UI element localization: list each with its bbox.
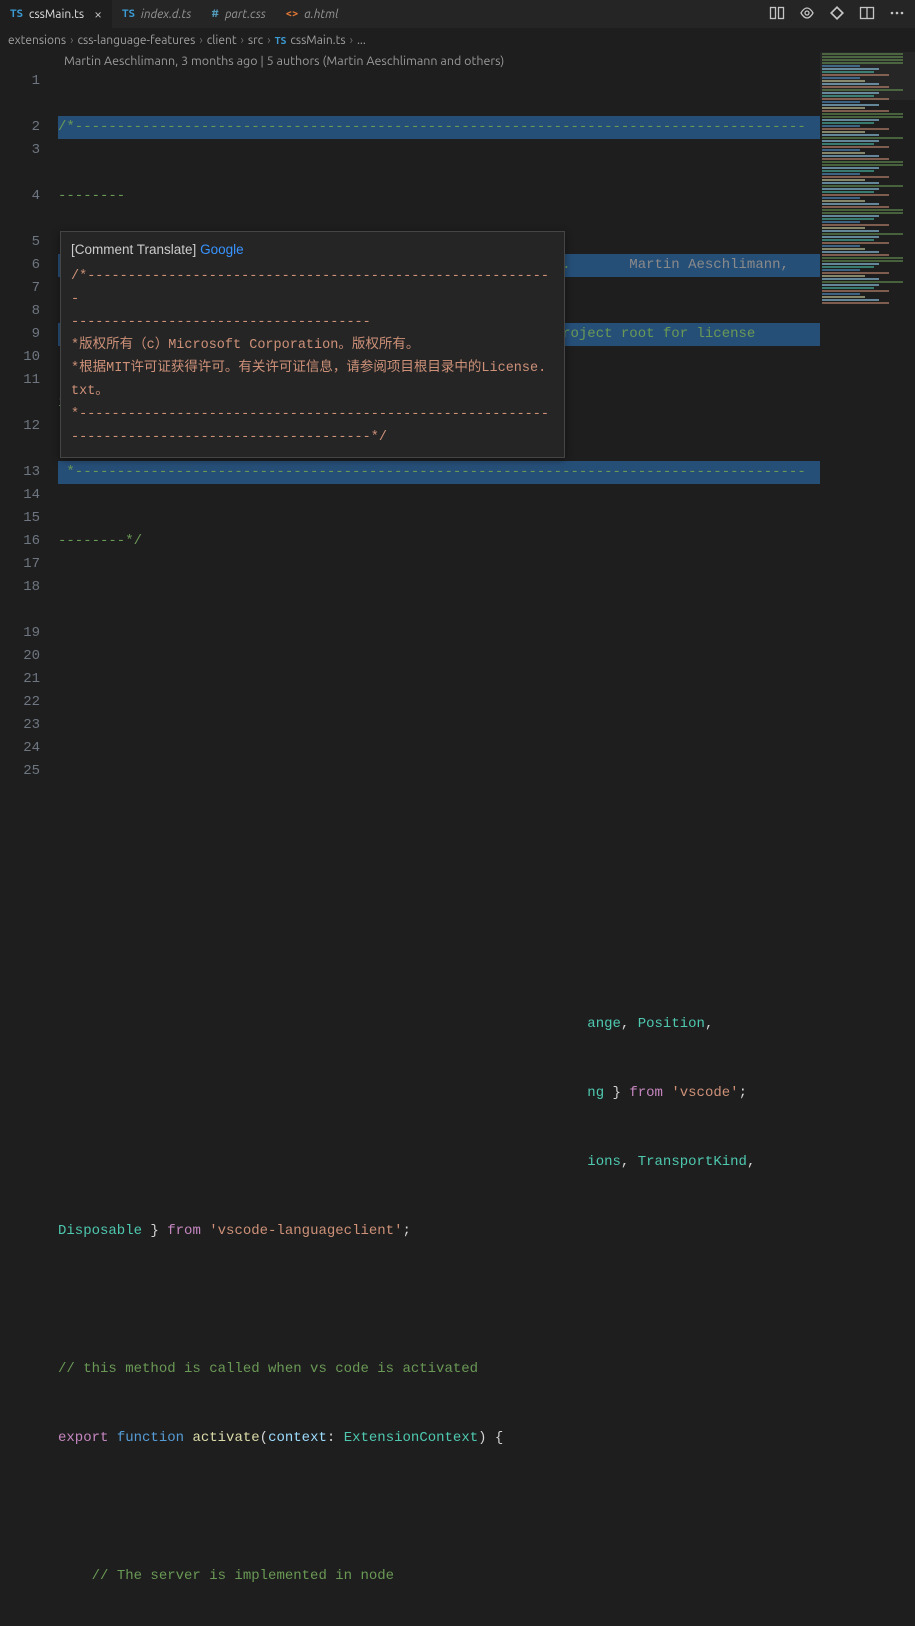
tabs-bar: TS cssMain.ts × TS index.d.ts # part.css… bbox=[0, 0, 915, 28]
hover-widget: [Comment Translate] Google /*-----------… bbox=[60, 231, 565, 458]
hover-prefix: [Comment Translate] bbox=[71, 242, 200, 257]
line-number-gutter: 1 2 3 4 5 6 7 8 9 10 11 12 13 14 15 16 1… bbox=[0, 70, 58, 1626]
breadcrumb-item[interactable]: css-language-features bbox=[77, 34, 195, 47]
breadcrumb-item[interactable]: extensions bbox=[8, 34, 66, 47]
tab-label: part.css bbox=[225, 8, 266, 21]
minimap[interactable] bbox=[820, 52, 915, 812]
typescript-icon: TS bbox=[10, 8, 23, 20]
git-icon[interactable] bbox=[829, 5, 845, 24]
translate-provider-link[interactable]: Google bbox=[200, 242, 244, 257]
tab-index-dts[interactable]: TS index.d.ts bbox=[112, 0, 201, 28]
git-blame-annotation: Martin Aeschlimann, bbox=[629, 257, 789, 273]
compare-icon[interactable] bbox=[769, 5, 785, 24]
chevron-right-icon: › bbox=[350, 34, 353, 47]
preview-icon[interactable] bbox=[799, 5, 815, 24]
breadcrumb-item[interactable]: src bbox=[248, 34, 263, 47]
hover-body: /*--------------------------------------… bbox=[71, 265, 554, 449]
close-icon[interactable]: × bbox=[94, 6, 102, 22]
tab-label: a.html bbox=[304, 8, 338, 21]
breadcrumb-item[interactable]: TS cssMain.ts bbox=[275, 34, 346, 47]
typescript-icon: TS bbox=[275, 35, 287, 46]
typescript-icon: TS bbox=[122, 8, 135, 20]
css-icon: # bbox=[211, 8, 219, 20]
tab-label: index.d.ts bbox=[141, 8, 191, 21]
chevron-right-icon: › bbox=[267, 34, 270, 47]
chevron-right-icon: › bbox=[199, 34, 202, 47]
chevron-right-icon: › bbox=[70, 34, 73, 47]
tab-label: cssMain.ts bbox=[29, 8, 84, 21]
hover-header: [Comment Translate] Google bbox=[71, 238, 554, 261]
html-icon: <> bbox=[286, 8, 298, 20]
tab-cssmain[interactable]: TS cssMain.ts × bbox=[0, 0, 112, 28]
editor-title-actions bbox=[769, 5, 915, 24]
split-editor-icon[interactable] bbox=[859, 5, 875, 24]
more-icon[interactable] bbox=[889, 5, 905, 24]
tab-a-html[interactable]: <> a.html bbox=[276, 0, 349, 28]
chevron-right-icon: › bbox=[241, 34, 244, 47]
tab-part-css[interactable]: # part.css bbox=[201, 0, 275, 28]
breadcrumb-item[interactable]: ... bbox=[357, 34, 366, 47]
code-editor[interactable]: 1 2 3 4 5 6 7 8 9 10 11 12 13 14 15 16 1… bbox=[0, 70, 915, 1626]
breadcrumb-item[interactable]: client bbox=[207, 34, 237, 47]
breadcrumbs[interactable]: extensions › css-language-features › cli… bbox=[0, 28, 915, 52]
codelens-authors[interactable]: Martin Aeschlimann, 3 months ago | 5 aut… bbox=[0, 52, 915, 70]
